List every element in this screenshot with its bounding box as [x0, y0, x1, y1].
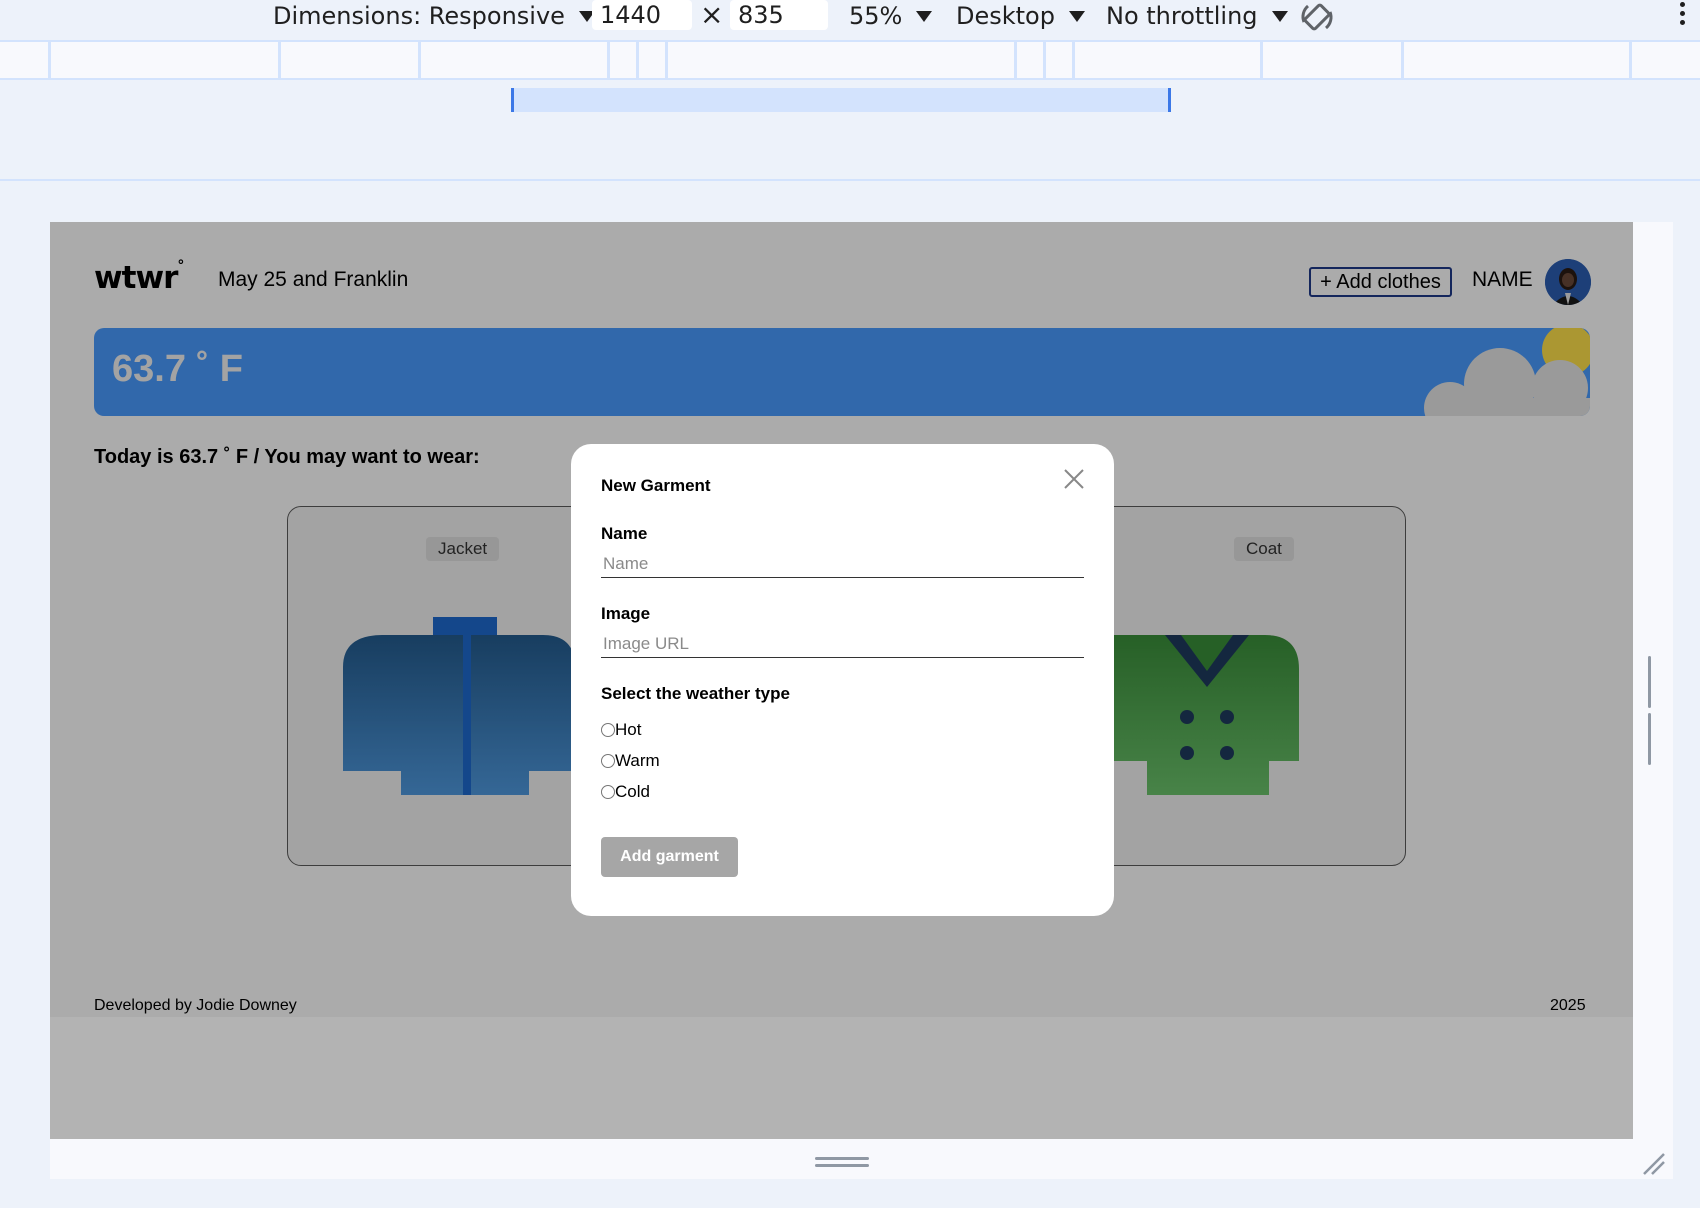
rotate-icon[interactable] — [1300, 0, 1336, 34]
chevron-down-icon — [1068, 10, 1085, 22]
emulated-viewport: wtwr° May 25 and Franklin + Add clothes … — [50, 222, 1633, 1139]
warm-label: Warm — [615, 751, 660, 770]
weather-option-hot[interactable]: Hot — [601, 720, 641, 740]
dimensions-dropdown[interactable]: Dimensions: Responsive — [273, 0, 595, 32]
media-query-divider — [1629, 42, 1632, 80]
ruler-divider — [0, 179, 1700, 181]
chevron-down-icon — [916, 10, 933, 22]
throttling-label: No throttling — [1106, 2, 1258, 30]
ruler-selection[interactable] — [511, 88, 1171, 112]
device-type-dropdown[interactable]: Desktop — [956, 0, 1085, 32]
times-icon: × — [700, 0, 724, 31]
modal-title: New Garment — [601, 476, 711, 495]
resize-handle-right[interactable] — [1648, 656, 1658, 765]
weather-option-warm[interactable]: Warm — [601, 751, 660, 771]
media-query-divider — [1043, 42, 1046, 80]
media-query-divider — [1401, 42, 1404, 80]
weather-type-label: Select the weather type — [601, 684, 790, 703]
page-empty-area — [50, 1017, 1633, 1139]
new-garment-modal: New Garment Name Image Select the weathe… — [571, 444, 1114, 916]
media-query-divider — [1072, 42, 1075, 80]
warm-radio[interactable] — [601, 754, 615, 768]
viewport-height-input[interactable] — [730, 0, 828, 30]
chevron-down-icon — [1271, 10, 1288, 22]
dimensions-label: Dimensions: Responsive — [273, 2, 565, 30]
viewport-width-input[interactable] — [592, 0, 692, 30]
media-query-divider — [418, 42, 421, 80]
cold-label: Cold — [615, 782, 650, 801]
zoom-label: 55% — [849, 2, 903, 30]
image-url-input[interactable] — [601, 630, 1084, 658]
image-label: Image — [601, 604, 651, 623]
media-query-divider — [278, 42, 281, 80]
media-query-bar — [0, 40, 1700, 80]
name-input[interactable] — [601, 550, 1084, 578]
hot-radio[interactable] — [601, 723, 615, 737]
devtools-toolbar: Dimensions: Responsive × 55% Desktop No … — [0, 0, 1700, 40]
hot-label: Hot — [615, 720, 642, 739]
media-query-divider — [665, 42, 668, 80]
resize-corner-icon[interactable] — [1640, 1150, 1666, 1176]
throttling-dropdown[interactable]: No throttling — [1106, 0, 1288, 32]
zoom-dropdown[interactable]: 55% — [849, 0, 933, 32]
add-garment-button[interactable]: Add garment — [601, 837, 738, 877]
close-icon[interactable] — [1063, 468, 1085, 490]
device-type-label: Desktop — [956, 2, 1055, 30]
media-query-divider — [1260, 42, 1263, 80]
media-query-divider — [1014, 42, 1017, 80]
weather-option-cold[interactable]: Cold — [601, 782, 650, 802]
resize-handle-bottom[interactable] — [815, 1157, 869, 1169]
more-vert-icon[interactable] — [1680, 2, 1686, 30]
name-label: Name — [601, 524, 648, 543]
media-query-divider — [607, 42, 610, 80]
media-query-divider — [48, 42, 51, 80]
media-query-divider — [636, 42, 639, 80]
cold-radio[interactable] — [601, 785, 615, 799]
